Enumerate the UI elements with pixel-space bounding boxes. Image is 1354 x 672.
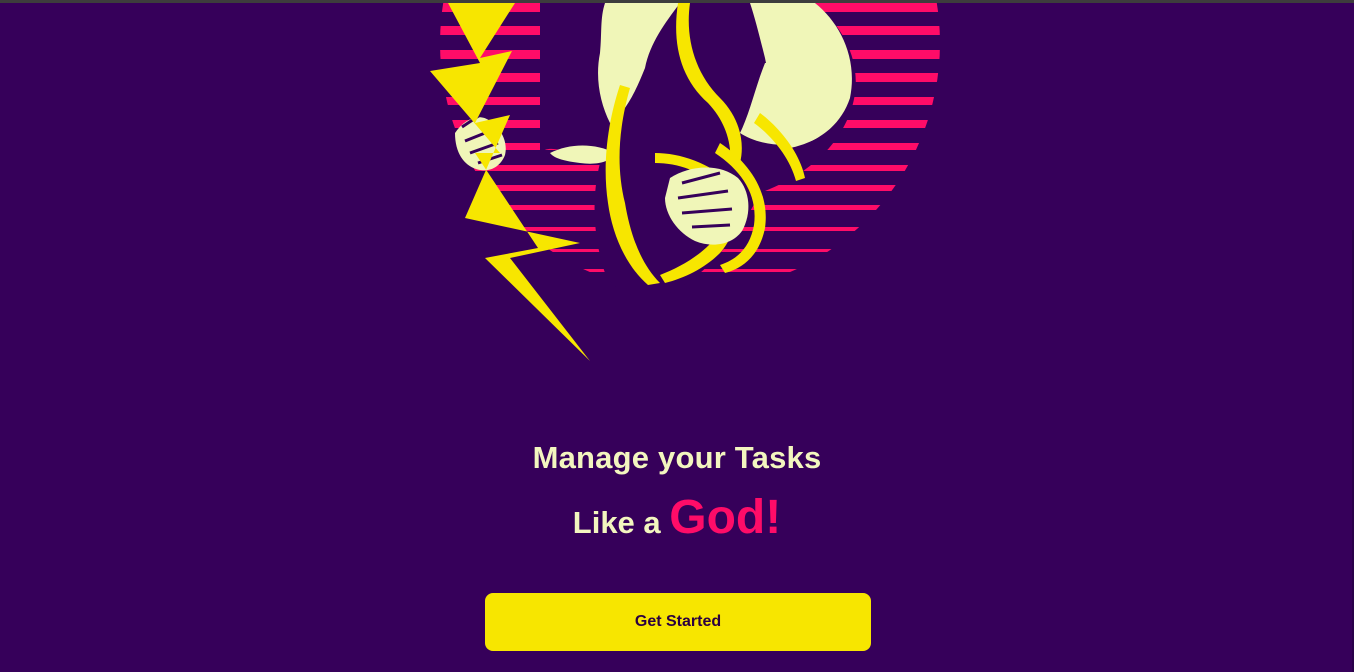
hero-subline: Like a God!: [0, 490, 1354, 545]
landing-page: Manage your Tasks Like a God! Get Starte…: [0, 0, 1354, 672]
subline-accent: God!: [669, 491, 782, 544]
get-started-button[interactable]: Get Started: [485, 593, 871, 651]
zeus-lightning-illustration: [430, 3, 940, 361]
subline-lead: Like a: [572, 505, 670, 540]
hero-headline: Manage your Tasks: [532, 440, 822, 475]
